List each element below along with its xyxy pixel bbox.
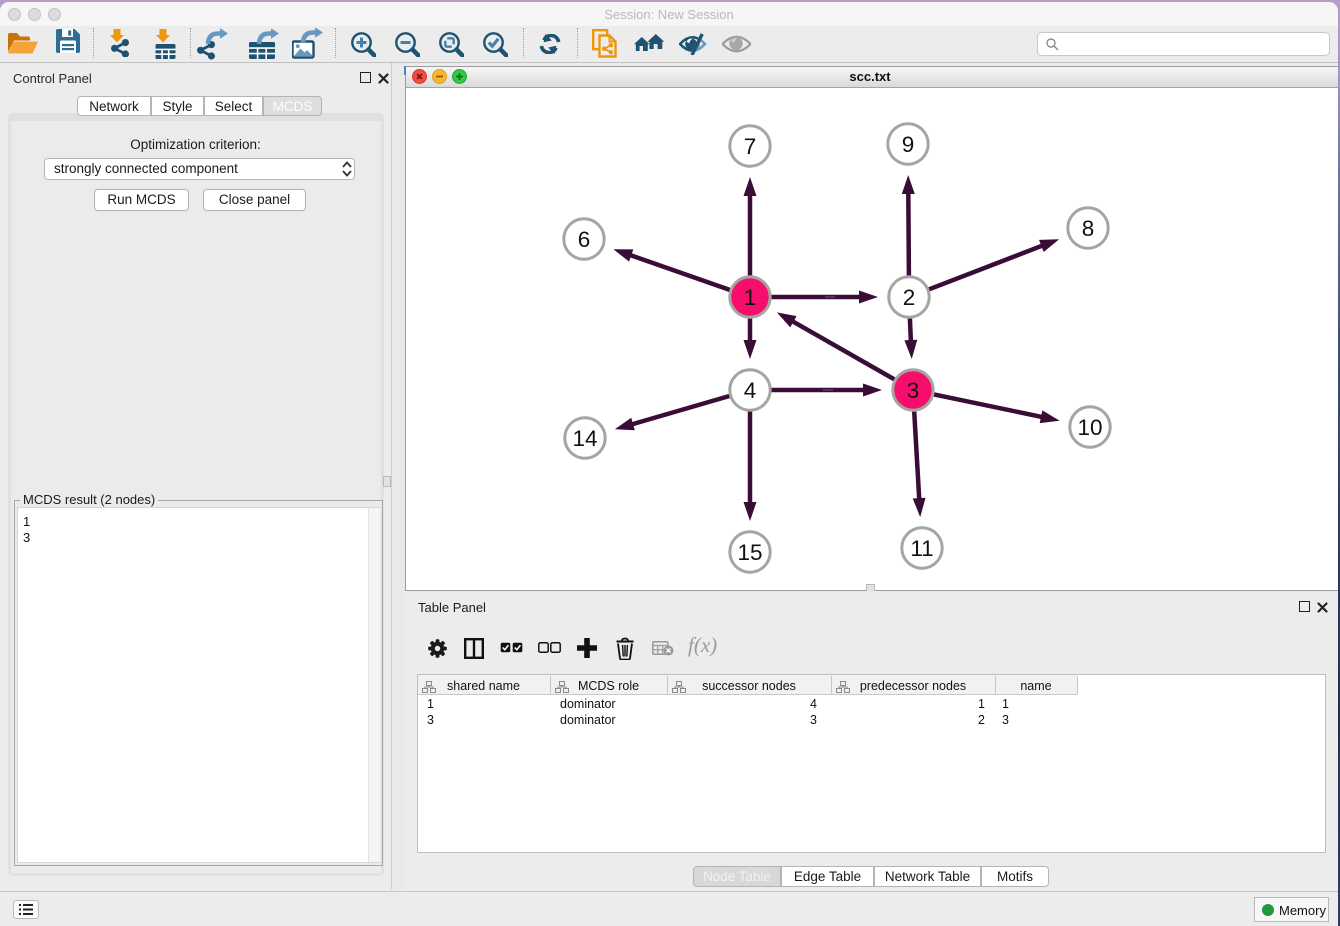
- svg-text:7: 7: [744, 134, 757, 159]
- svg-text:9: 9: [902, 132, 915, 157]
- svg-text:15: 15: [737, 540, 762, 565]
- svg-text:6: 6: [578, 227, 591, 252]
- svg-text:4: 4: [744, 378, 757, 403]
- svg-text:14: 14: [572, 426, 597, 451]
- svg-text:2: 2: [903, 285, 916, 310]
- svg-text:3: 3: [907, 378, 920, 403]
- svg-text:10: 10: [1077, 415, 1102, 440]
- svg-text:11: 11: [910, 536, 933, 561]
- svg-text:1: 1: [744, 285, 757, 310]
- svg-text:8: 8: [1082, 216, 1095, 241]
